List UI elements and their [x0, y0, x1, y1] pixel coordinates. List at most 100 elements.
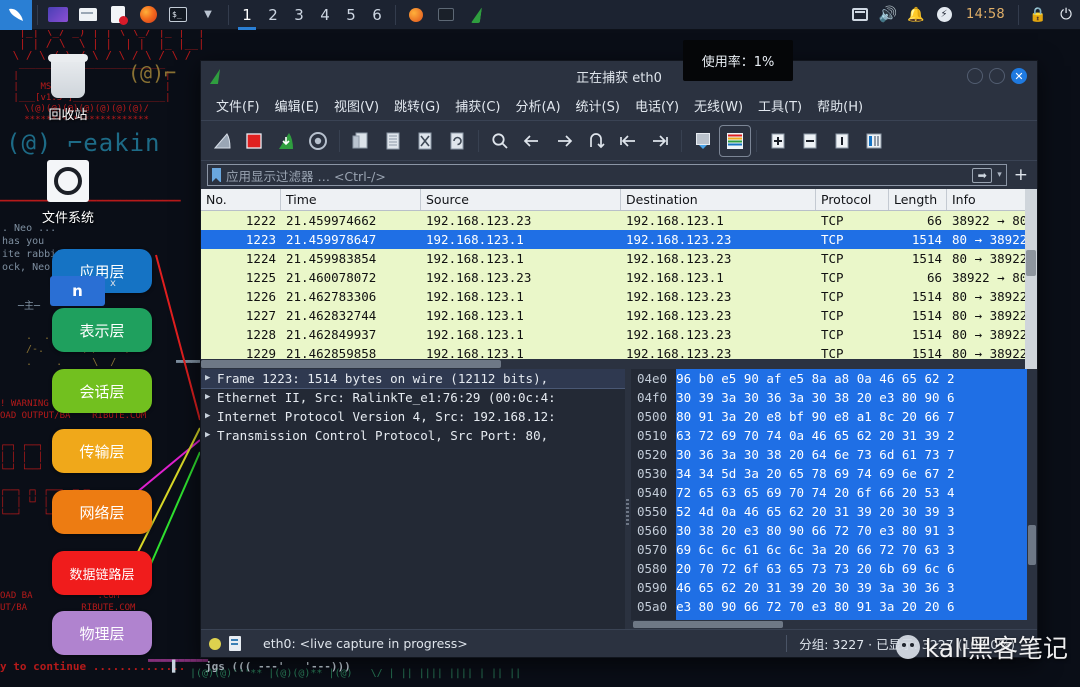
menu-bar[interactable]: 文件(F) 编辑(E) 视图(V) 跳转(G) 捕获(C) 分析(A) 统计(S…: [201, 91, 1037, 121]
zoom-out-button[interactable]: [795, 126, 825, 156]
packet-row[interactable]: 1226 21.462783306 192.168.123.1 192.168.123…: [201, 287, 1037, 306]
menu-statistics[interactable]: 统计(S): [569, 93, 627, 118]
workspace-switcher[interactable]: 123456: [234, 0, 390, 30]
workspace-4[interactable]: 4: [312, 0, 338, 30]
restart-capture-button[interactable]: [271, 126, 301, 156]
menu-telephony[interactable]: 电话(Y): [628, 93, 686, 118]
packet-row[interactable]: 1222 21.459974662 192.168.123.23 192.168.12…: [201, 211, 1037, 230]
menu-capture[interactable]: 捕获(C): [448, 93, 507, 118]
power-profile-icon[interactable]: ⚡: [930, 0, 958, 30]
scrollbar-thumb[interactable]: [1026, 250, 1036, 277]
hex-row[interactable]: 04f0 30 39 3a 30 36 3a 30 38 20 e3 80 90 …: [631, 388, 1037, 407]
column-header-protocol[interactable]: Protocol: [816, 189, 889, 210]
volume-icon[interactable]: 🔊: [874, 0, 902, 30]
menu-help[interactable]: 帮助(H): [810, 93, 870, 118]
display-filter-input[interactable]: 应用显示过滤器 … <Ctrl-/> ➡ ▾: [207, 164, 1007, 186]
hex-horizontal-scrollbar[interactable]: [631, 620, 1037, 629]
add-filter-button[interactable]: +: [1011, 166, 1031, 184]
detail-row[interactable]: ▶ Frame 1223: 1514 bytes on wire (12112 b…: [201, 369, 625, 389]
find-packet-button[interactable]: [485, 126, 515, 156]
column-header-info[interactable]: Info: [947, 189, 1037, 210]
zoom-reset-button[interactable]: [827, 126, 857, 156]
column-header-no[interactable]: No.: [201, 189, 281, 210]
start-capture-button[interactable]: [207, 126, 237, 156]
hex-row[interactable]: 0550 52 4d 0a 46 65 62 20 31 39 20 30 39 …: [631, 502, 1037, 521]
column-header-time[interactable]: Time: [281, 189, 421, 210]
scrollbar-thumb[interactable]: [201, 360, 501, 368]
menu-file[interactable]: 文件(F): [209, 93, 267, 118]
window-controls[interactable]: ✕: [967, 68, 1031, 84]
column-header-source[interactable]: Source: [421, 189, 621, 210]
terminal-icon[interactable]: $_: [165, 2, 191, 28]
desktop-folder-icon[interactable]: n: [50, 276, 105, 306]
workspace-6[interactable]: 6: [364, 0, 390, 30]
hex-row[interactable]: 04e0 96 b0 e5 90 af e5 8a a8 0a 46 65 62 …: [631, 369, 1037, 388]
osi-layer-presentation[interactable]: 表示层: [52, 308, 152, 352]
minimize-button[interactable]: [967, 68, 983, 84]
chevron-down-icon[interactable]: ▼: [195, 2, 221, 28]
packet-row[interactable]: 1225 21.460078072 192.168.123.23 192.168.12…: [201, 268, 1037, 287]
packet-list-horizontal-scrollbar[interactable]: [201, 359, 1025, 369]
lock-icon[interactable]: 🔒: [1024, 0, 1052, 30]
network-monitor-icon[interactable]: [846, 0, 874, 30]
scrollbar-thumb[interactable]: [1028, 524, 1036, 565]
chevron-down-icon[interactable]: ▾: [997, 170, 1002, 180]
workspace-2[interactable]: 2: [260, 0, 286, 30]
desktop-icon-filesystem[interactable]: 文件系统: [8, 155, 128, 226]
menu-tools[interactable]: 工具(T): [751, 93, 809, 118]
expert-info-icon[interactable]: [209, 637, 221, 650]
stop-capture-button[interactable]: [239, 126, 269, 156]
detail-row[interactable]: ▶ Transmission Control Protocol, Src Port…: [201, 426, 625, 445]
detail-row[interactable]: ▶ Ethernet II, Src: RalinkTe_e1:76:29 (00…: [201, 388, 625, 407]
osi-layer-transport[interactable]: 传输层: [52, 429, 152, 473]
packet-list-vertical-scrollbar[interactable]: [1025, 189, 1037, 369]
hex-row[interactable]: 0500 80 91 3a 20 e8 bf 90 e8 a1 8c 20 66 …: [631, 407, 1037, 426]
hex-row[interactable]: 0520 30 36 3a 30 38 20 64 6e 73 6d 61 73 …: [631, 445, 1037, 464]
menu-wireless[interactable]: 无线(W): [687, 93, 750, 118]
hex-row[interactable]: 0510 63 72 69 70 74 0a 46 65 62 20 31 39 …: [631, 426, 1037, 445]
go-to-last-packet-button[interactable]: [645, 126, 675, 156]
go-forward-button[interactable]: [549, 126, 579, 156]
colorize-packets-button[interactable]: [719, 124, 751, 157]
workspace-3[interactable]: 3: [286, 0, 312, 30]
open-file-button[interactable]: [346, 126, 376, 156]
apply-filter-button[interactable]: ➡: [972, 167, 993, 183]
hex-vertical-scrollbar[interactable]: [1027, 369, 1037, 620]
expand-caret-icon[interactable]: ▶: [205, 369, 217, 388]
packet-details-tree[interactable]: ▶ Frame 1223: 1514 bytes on wire (12112 b…: [201, 369, 625, 445]
close-button[interactable]: ✕: [1011, 68, 1027, 84]
hex-row[interactable]: 0590 46 65 62 20 31 39 20 30 39 3a 30 36 …: [631, 578, 1037, 597]
reload-file-button[interactable]: [442, 126, 472, 156]
packet-row[interactable]: 1224 21.459983854 192.168.123.1 192.168.123…: [201, 249, 1037, 268]
scrollbar-thumb[interactable]: [633, 621, 783, 628]
logout-icon[interactable]: ⏻: [1052, 0, 1080, 30]
workspace-1[interactable]: 1: [234, 0, 260, 30]
packet-list-body[interactable]: 1222 21.459974662 192.168.123.23 192.168.12…: [201, 211, 1037, 369]
wireshark-window[interactable]: 正在捕获 eth0 ✕ 文件(F) 编辑(E) 视图(V) 跳转(G) 捕获(C…: [200, 60, 1038, 658]
display-filter-bar[interactable]: 应用显示过滤器 … <Ctrl-/> ➡ ▾ +: [201, 161, 1037, 189]
text-editor-icon[interactable]: [105, 2, 131, 28]
hex-row[interactable]: 05a0 e3 80 90 66 72 70 e3 80 91 3a 20 20 …: [631, 597, 1037, 616]
packet-details-pane[interactable]: ▶ Frame 1223: 1514 bytes on wire (12112 b…: [201, 369, 625, 629]
kali-menu-icon[interactable]: [0, 0, 32, 30]
packet-list-header[interactable]: No. Time Source Destination Protocol Len…: [201, 189, 1037, 211]
clock[interactable]: 14:58: [958, 7, 1013, 22]
window-title-bar[interactable]: 正在捕获 eth0 ✕: [201, 61, 1037, 91]
menu-view[interactable]: 视图(V): [327, 93, 386, 118]
taskbar-firefox-window[interactable]: [403, 2, 429, 28]
hex-dump[interactable]: 04e0 96 b0 e5 90 af e5 8a a8 0a 46 65 62 …: [631, 369, 1037, 629]
packet-list[interactable]: No. Time Source Destination Protocol Len…: [201, 189, 1037, 369]
expand-caret-icon[interactable]: ▶: [205, 407, 217, 426]
firefox-icon[interactable]: [135, 2, 161, 28]
hex-row[interactable]: 0540 72 65 63 65 69 70 74 20 6f 66 20 53 …: [631, 483, 1037, 502]
filter-bookmark-icon[interactable]: [212, 168, 221, 182]
display-icon[interactable]: [45, 2, 71, 28]
packet-row[interactable]: 1228 21.462849937 192.168.123.1 192.168.123…: [201, 325, 1037, 344]
hex-row[interactable]: 0530 34 34 5d 3a 20 65 78 69 74 69 6e 67 …: [631, 464, 1037, 483]
close-file-button[interactable]: [410, 126, 440, 156]
osi-layer-physical[interactable]: 物理层: [52, 611, 152, 655]
go-to-first-packet-button[interactable]: [613, 126, 643, 156]
auto-scroll-button[interactable]: [688, 126, 718, 156]
taskbar-wireshark-window[interactable]: [463, 2, 489, 28]
osi-layer-network[interactable]: 网络层: [52, 490, 152, 534]
